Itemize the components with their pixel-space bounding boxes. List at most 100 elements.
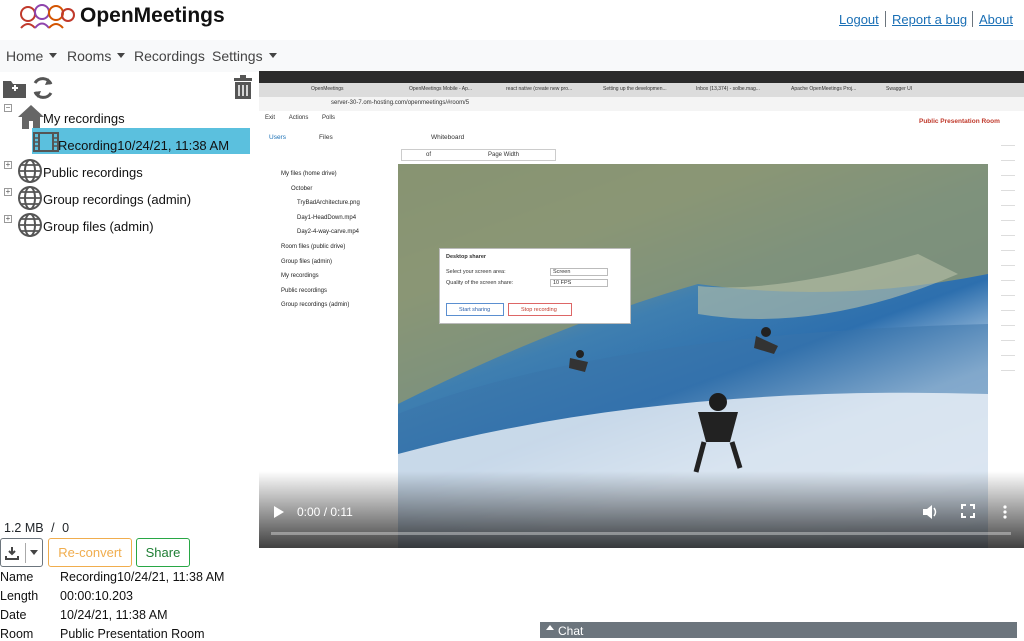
inner-users-tab: Users	[269, 134, 286, 141]
inner-wb-toolbar: of Page Width	[401, 149, 556, 161]
link-separator	[972, 11, 973, 27]
openmeetings-logo-icon	[20, 4, 75, 29]
inner-file: October	[291, 185, 313, 192]
tree-group-recordings[interactable]: Group recordings (admin)	[43, 192, 191, 207]
inner-desktop-sharer-dialog: Desktop sharer Select your screen area: …	[439, 248, 631, 324]
detail-value: Recording10/24/21, 11:38 AM	[60, 570, 225, 584]
divider	[25, 542, 26, 563]
trash-icon[interactable]	[232, 75, 254, 100]
add-folder-icon[interactable]	[2, 76, 28, 100]
chat-bar[interactable]: Chat	[540, 622, 1017, 638]
video-player[interactable]: OpenMeetings OpenMeetings Mobile - Ap...…	[259, 71, 1024, 548]
globe-icon	[18, 186, 42, 210]
inner-file: Group files (admin)	[281, 258, 333, 265]
inner-actions: Actions	[288, 115, 309, 121]
detail-key: Room	[0, 627, 34, 641]
about-link[interactable]: About	[979, 12, 1013, 27]
header: OpenMeetings Logout Report a bug About	[0, 0, 1024, 40]
tree-expand-toggle[interactable]: +	[4, 215, 12, 223]
detail-key: Length	[0, 589, 39, 603]
detail-value: Public Presentation Room	[60, 627, 205, 641]
inner-room-title: Public Presentation Room	[919, 118, 1000, 125]
globe-icon	[18, 159, 42, 183]
nav-settings[interactable]: Settings	[212, 48, 277, 64]
detail-key: Name	[0, 570, 34, 584]
size-divider: /	[51, 521, 55, 535]
video-time: 0:00 / 0:11	[297, 505, 353, 519]
inner-address-bar: server-30-7.om-hosting.com/openmeetings/…	[259, 97, 1024, 111]
nav-rooms-label: Rooms	[67, 48, 112, 64]
chevron-up-icon	[546, 625, 554, 630]
download-button-group[interactable]	[0, 538, 43, 567]
inner-file: My files (home drive)	[281, 171, 337, 177]
video-progress-track[interactable]	[271, 532, 1011, 535]
inner-file-tree: My files (home drive) October TryBadArch…	[281, 167, 360, 313]
tree-expand-toggle[interactable]: +	[4, 188, 12, 196]
size-info: 1.2 MB / 0	[4, 521, 69, 535]
inner-page-width: Page Width	[488, 152, 520, 158]
inner-url: server-30-7.om-hosting.com/openmeetings/…	[331, 100, 470, 106]
chevron-down-icon	[49, 53, 58, 58]
inner-tab: react native (create new pro...	[506, 86, 573, 92]
chat-label: Chat	[558, 624, 584, 638]
detail-value: 00:00:10.203	[60, 589, 133, 603]
inner-area-label: Select your screen area:	[446, 269, 506, 275]
inner-page-of: of	[426, 152, 432, 158]
tree-recording-label[interactable]: Recording10/24/21, 11:38 AM	[58, 138, 229, 153]
nav-home[interactable]: Home	[6, 48, 58, 64]
inner-exit: Exit	[265, 115, 276, 121]
tree-public-recordings[interactable]: Public recordings	[43, 165, 143, 180]
inner-file: Group recordings (admin)	[281, 302, 350, 309]
mac-menubar	[259, 71, 1024, 83]
inner-file: Day2-4-way-carve.mp4	[297, 229, 360, 236]
tree-group-files[interactable]: Group files (admin)	[43, 219, 154, 234]
more-options-icon[interactable]	[1002, 504, 1008, 520]
play-icon[interactable]	[273, 505, 285, 519]
inner-file: My recordings	[281, 273, 319, 280]
inner-quality-label: Quality of the screen share:	[446, 280, 514, 286]
inner-tab: Swagger UI	[886, 86, 913, 92]
file-size: 1.2 MB	[4, 521, 44, 535]
inner-file: Public recordings	[281, 287, 328, 294]
inner-tab: Setting up the developmen...	[603, 86, 667, 92]
inner-tab: OpenMeetings	[311, 86, 344, 92]
tree-my-recordings[interactable]: My recordings	[43, 111, 125, 126]
nav-recordings[interactable]: Recordings	[134, 48, 205, 64]
film-icon	[33, 132, 59, 152]
tree-expand-toggle[interactable]: +	[4, 161, 12, 169]
inner-start-sharing: Start sharing	[446, 303, 504, 316]
chevron-down-icon[interactable]	[30, 550, 38, 555]
inner-area-select: Screen	[550, 268, 608, 276]
fullscreen-icon[interactable]	[961, 504, 975, 518]
chevron-down-icon	[268, 53, 277, 58]
inner-stop-recording: Stop recording	[508, 303, 572, 316]
inner-whiteboard-tab: Whiteboard	[431, 134, 465, 141]
chevron-down-icon	[117, 53, 126, 58]
share-button[interactable]: Share	[136, 538, 190, 567]
inner-wb-tools	[1001, 131, 1015, 381]
refresh-icon[interactable]	[30, 75, 56, 101]
tree-collapse-toggle[interactable]: −	[4, 104, 12, 112]
volume-icon[interactable]	[922, 504, 938, 520]
reconvert-button[interactable]: Re-convert	[48, 538, 132, 567]
controls-gradient	[259, 471, 1024, 548]
detail-value: 10/24/21, 11:38 AM	[60, 608, 168, 622]
inner-quality-select: 10 FPS	[550, 279, 608, 287]
main-nav: Home Rooms Recordings Settings	[0, 40, 1024, 72]
app-title: OpenMeetings	[80, 4, 225, 27]
inner-menu: Exit Actions Polls	[265, 115, 335, 121]
inner-file: TryBadArchitecture.png	[297, 200, 360, 207]
nav-rooms[interactable]: Rooms	[67, 48, 126, 64]
home-icon	[18, 105, 44, 129]
logout-link[interactable]: Logout	[839, 12, 879, 27]
inner-tab: OpenMeetings Mobile - Ap...	[409, 86, 473, 92]
inner-files-tab: Files	[319, 134, 333, 141]
report-bug-link[interactable]: Report a bug	[892, 12, 967, 27]
link-separator	[885, 11, 886, 27]
file-count: 0	[62, 521, 70, 535]
inner-file: Day1-HeadDown.mp4	[297, 214, 357, 221]
detail-key: Date	[0, 608, 27, 622]
inner-tab: Inbox (13,374) - solbe.mag...	[696, 86, 760, 92]
globe-icon	[18, 213, 42, 237]
inner-polls: Polls	[322, 115, 336, 121]
